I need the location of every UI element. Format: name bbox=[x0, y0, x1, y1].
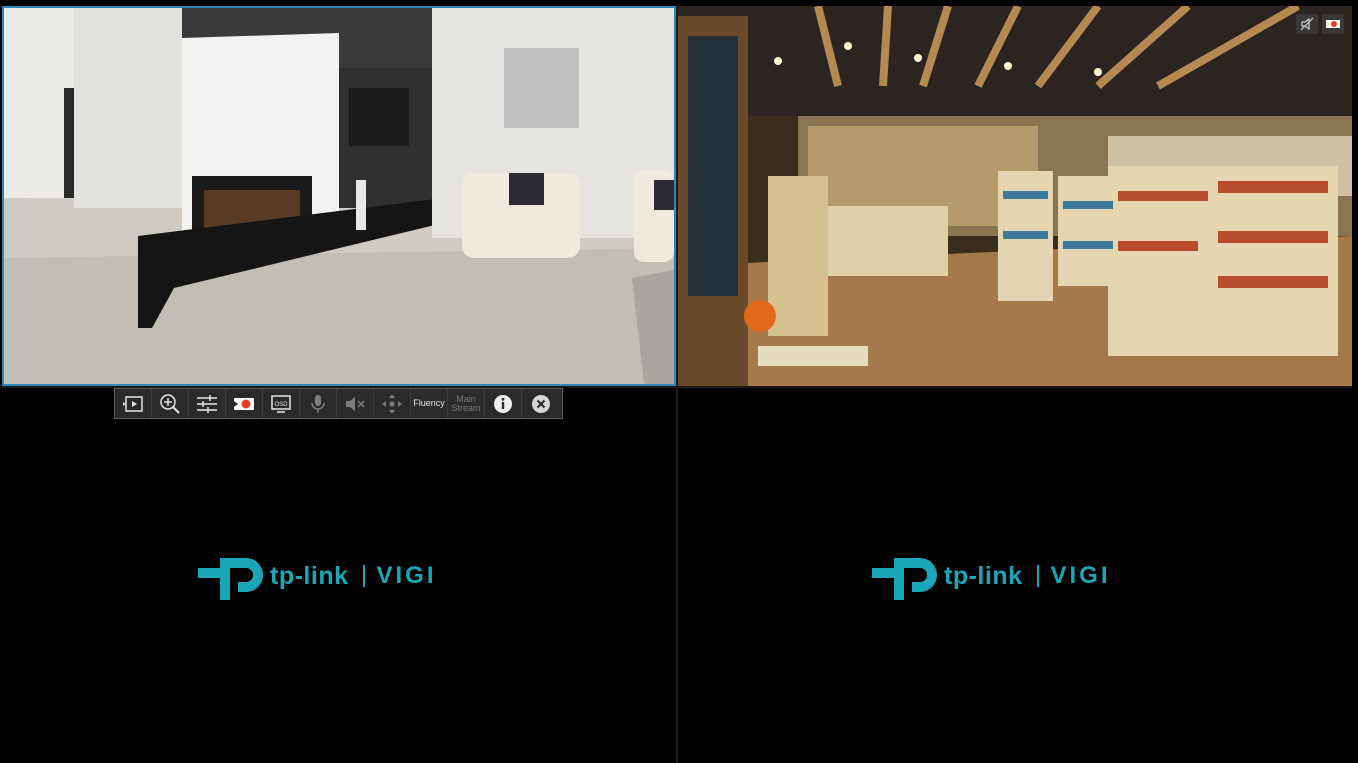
logo-brand: tp-link bbox=[944, 561, 1023, 590]
logo-separator bbox=[362, 565, 365, 587]
ptz-icon bbox=[382, 393, 402, 414]
microphone-icon bbox=[311, 394, 325, 413]
camera-tile-3[interactable]: tp-link VIGI bbox=[2, 388, 676, 763]
playback-icon bbox=[123, 395, 143, 412]
zoom-in-icon bbox=[160, 393, 180, 414]
tplink-logo-icon bbox=[198, 558, 263, 600]
digital-zoom-button[interactable] bbox=[152, 389, 189, 418]
main-stream-label-line2: Stream bbox=[451, 402, 481, 413]
fluency-label: Fluency bbox=[413, 398, 445, 408]
camera-tile-2[interactable] bbox=[678, 6, 1352, 386]
tplink-logo-icon bbox=[872, 558, 937, 600]
playback-button[interactable] bbox=[115, 389, 152, 418]
audio-button[interactable] bbox=[337, 389, 374, 418]
talk-button[interactable] bbox=[300, 389, 337, 418]
main-stream-label: Main Stream bbox=[451, 394, 481, 413]
logo-product: VIGI bbox=[1050, 562, 1111, 589]
osd-label: OSD bbox=[274, 402, 288, 408]
recording-icon bbox=[1322, 14, 1344, 34]
osd-button[interactable]: OSD bbox=[263, 389, 300, 418]
camera-tile-4[interactable]: tp-link VIGI bbox=[678, 388, 1352, 763]
living-room-camera-feed bbox=[4, 8, 674, 384]
close-icon bbox=[531, 394, 550, 413]
record-button[interactable] bbox=[226, 389, 263, 418]
store-camera-feed bbox=[678, 6, 1352, 386]
record-icon bbox=[234, 397, 254, 410]
audio-off-icon bbox=[1296, 14, 1318, 34]
logo-product: VIGI bbox=[376, 562, 437, 589]
main-stream-button[interactable]: Main Stream bbox=[448, 389, 485, 418]
tplink-vigi-logo: tp-link VIGI bbox=[872, 552, 1111, 600]
tile-status-icons bbox=[1296, 14, 1344, 34]
camera-tile-1[interactable] bbox=[2, 6, 676, 386]
info-icon bbox=[494, 394, 512, 413]
grid-divider-vertical bbox=[676, 6, 678, 763]
osd-icon: OSD bbox=[271, 394, 291, 413]
info-button[interactable] bbox=[485, 389, 522, 418]
image-settings-icon bbox=[197, 394, 217, 413]
image-settings-button[interactable] bbox=[189, 389, 226, 418]
tplink-vigi-logo: tp-link VIGI bbox=[198, 552, 437, 600]
logo-separator bbox=[1036, 565, 1039, 587]
fluency-button[interactable]: Fluency bbox=[411, 389, 448, 418]
logo-brand: tp-link bbox=[270, 561, 349, 590]
close-button[interactable] bbox=[522, 389, 559, 418]
live-view-toolbar: OSD Fluency Main Stream bbox=[114, 388, 563, 419]
mute-icon bbox=[346, 396, 365, 411]
ptz-button[interactable] bbox=[374, 389, 411, 418]
